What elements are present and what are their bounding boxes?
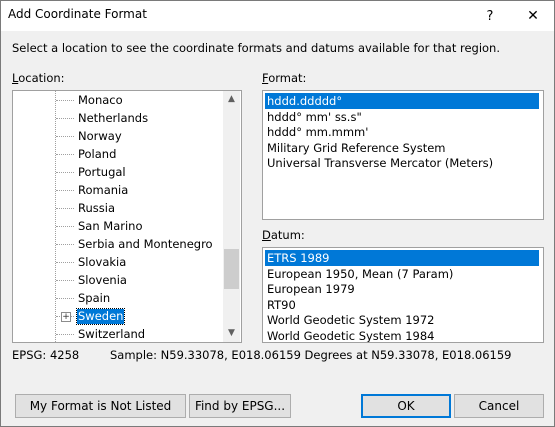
tree-item-label: Poland xyxy=(78,147,117,161)
tree-connector xyxy=(56,136,74,137)
tree-connector xyxy=(56,118,74,119)
tree-item-label: Romania xyxy=(78,183,129,197)
expand-plus-icon[interactable]: + xyxy=(61,312,71,322)
tree-item[interactable]: Slovenia xyxy=(13,271,223,289)
datum-list-item[interactable]: European 1979 xyxy=(265,281,539,297)
tree-connector xyxy=(56,280,74,281)
tree-item-label: Spain xyxy=(78,291,111,305)
tree-connector xyxy=(56,226,74,227)
tree-item[interactable]: Monaco xyxy=(13,91,223,109)
scroll-down-arrow-icon[interactable]: ▼ xyxy=(223,325,240,342)
tree-item-label: Slovakia xyxy=(78,255,127,269)
location-tree[interactable]: Monaco Netherlands Norway Poland Portugal Rom… xyxy=(12,90,242,343)
tree-item[interactable]: Poland xyxy=(13,145,223,163)
format-list-item[interactable]: hddd.ddddd° xyxy=(265,93,539,109)
cancel-button[interactable]: Cancel xyxy=(454,394,544,418)
help-button[interactable]: ? xyxy=(470,1,510,31)
tree-connector xyxy=(56,100,74,101)
sample-text: Sample: N59.33078, E018.06159 Degrees at… xyxy=(110,348,512,362)
tree-connector xyxy=(56,154,74,155)
tree-item[interactable]: Switzerland xyxy=(13,325,223,342)
tree-item[interactable]: Spain xyxy=(13,289,223,307)
instruction-text: Select a location to see the coordinate … xyxy=(12,41,501,55)
datum-list[interactable]: ETRS 1989 European 1950, Mean (7 Param) Eu… xyxy=(262,247,544,343)
tree-item-label: Monaco xyxy=(78,93,123,107)
tree-item[interactable]: Norway xyxy=(13,127,223,145)
tree-item[interactable]: Netherlands xyxy=(13,109,223,127)
title-bar: Add Coordinate Format ? ✕ xyxy=(1,1,554,31)
format-not-listed-button[interactable]: My Format is Not Listed xyxy=(15,394,186,418)
location-label: Location: xyxy=(12,71,65,85)
datum-list-item[interactable]: ETRS 1989 xyxy=(265,250,539,266)
tree-item-label: Slovenia xyxy=(78,273,127,287)
epsg-code: EPSG: 4258 xyxy=(12,348,80,362)
tree-item[interactable]: Russia xyxy=(13,199,223,217)
close-button[interactable]: ✕ xyxy=(513,1,553,31)
tree-item-label: Russia xyxy=(78,201,115,215)
tree-item[interactable]: Serbia and Montenegro xyxy=(13,235,223,253)
tree-item[interactable]: Romania xyxy=(13,181,223,199)
datum-label: Datum: xyxy=(262,228,305,242)
tree-item-label: Switzerland xyxy=(78,327,146,341)
format-list[interactable]: hddd.ddddd° hddd° mm' ss.s" hddd° mm.mmm' M… xyxy=(262,90,544,220)
format-list-item[interactable]: Universal Transverse Mercator (Meters) xyxy=(265,155,539,171)
tree-connector xyxy=(56,172,74,173)
find-by-epsg-button[interactable]: Find by EPSG... xyxy=(189,394,291,418)
datum-list-item[interactable]: World Geodetic System 1972 xyxy=(265,312,539,328)
tree-connector xyxy=(56,298,74,299)
tree-connector xyxy=(56,262,74,263)
format-list-item[interactable]: hddd° mm' ss.s" xyxy=(265,109,539,125)
scroll-up-arrow-icon[interactable]: ▲ xyxy=(223,91,240,108)
tree-connector xyxy=(56,208,74,209)
datum-list-item[interactable]: European 1950, Mean (7 Param) xyxy=(265,266,539,282)
tree-item-label: Serbia and Montenegro xyxy=(78,237,213,251)
tree-item-label: Netherlands xyxy=(78,111,149,125)
window-title: Add Coordinate Format xyxy=(8,7,147,21)
tree-item-label: San Marino xyxy=(78,219,143,233)
tree-item-label: Norway xyxy=(78,129,122,143)
format-list-item[interactable]: hddd° mm.mmm' xyxy=(265,124,539,140)
tree-item[interactable]: San Marino xyxy=(13,217,223,235)
datum-list-item[interactable]: World Geodetic System 1984 xyxy=(265,328,539,343)
tree-item[interactable]: Portugal xyxy=(13,163,223,181)
scroll-thumb[interactable] xyxy=(224,249,239,289)
tree-connector xyxy=(56,334,74,335)
tree-connector xyxy=(56,244,74,245)
location-scrollbar[interactable]: ▲ ▼ xyxy=(223,91,240,342)
format-list-item[interactable]: Military Grid Reference System xyxy=(265,140,539,156)
tree-item[interactable]: + Sweden xyxy=(13,307,223,325)
datum-list-item[interactable]: RT90 xyxy=(265,297,539,313)
ok-button[interactable]: OK xyxy=(361,394,451,418)
tree-connector xyxy=(56,190,74,191)
tree-item-label: Portugal xyxy=(78,165,126,179)
tree-item-label: Sweden xyxy=(75,308,126,325)
tree-item[interactable]: Slovakia xyxy=(13,253,223,271)
add-coordinate-format-dialog: Add Coordinate Format ? ✕ Select a locat… xyxy=(0,0,555,427)
format-label: Format: xyxy=(262,71,307,85)
